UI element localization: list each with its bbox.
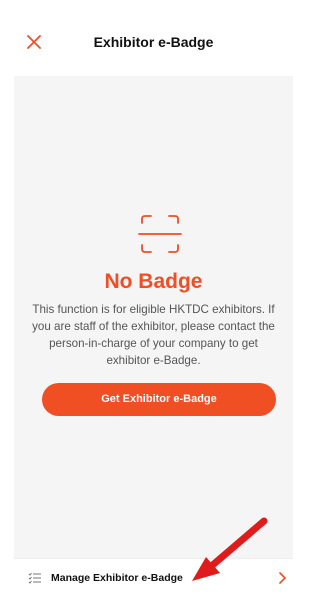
description-text: This function is for eligible HKTDC exhi… (32, 303, 275, 367)
get-exhibitor-badge-button[interactable]: Get Exhibitor e-Badge (42, 383, 276, 416)
app-screen: Exhibitor e-Badge No Badge This function… (14, 8, 293, 597)
no-badge-heading: No Badge (104, 270, 203, 293)
manage-badge-label: Manage Exhibitor e-Badge (51, 572, 183, 584)
manage-badge-row[interactable]: Manage Exhibitor e-Badge (14, 558, 293, 597)
chevron-right-icon (279, 572, 287, 584)
top-bar: Exhibitor e-Badge (14, 8, 293, 76)
list-icon (28, 572, 41, 584)
scan-frame-icon (138, 215, 182, 253)
page-title: Exhibitor e-Badge (93, 34, 214, 50)
